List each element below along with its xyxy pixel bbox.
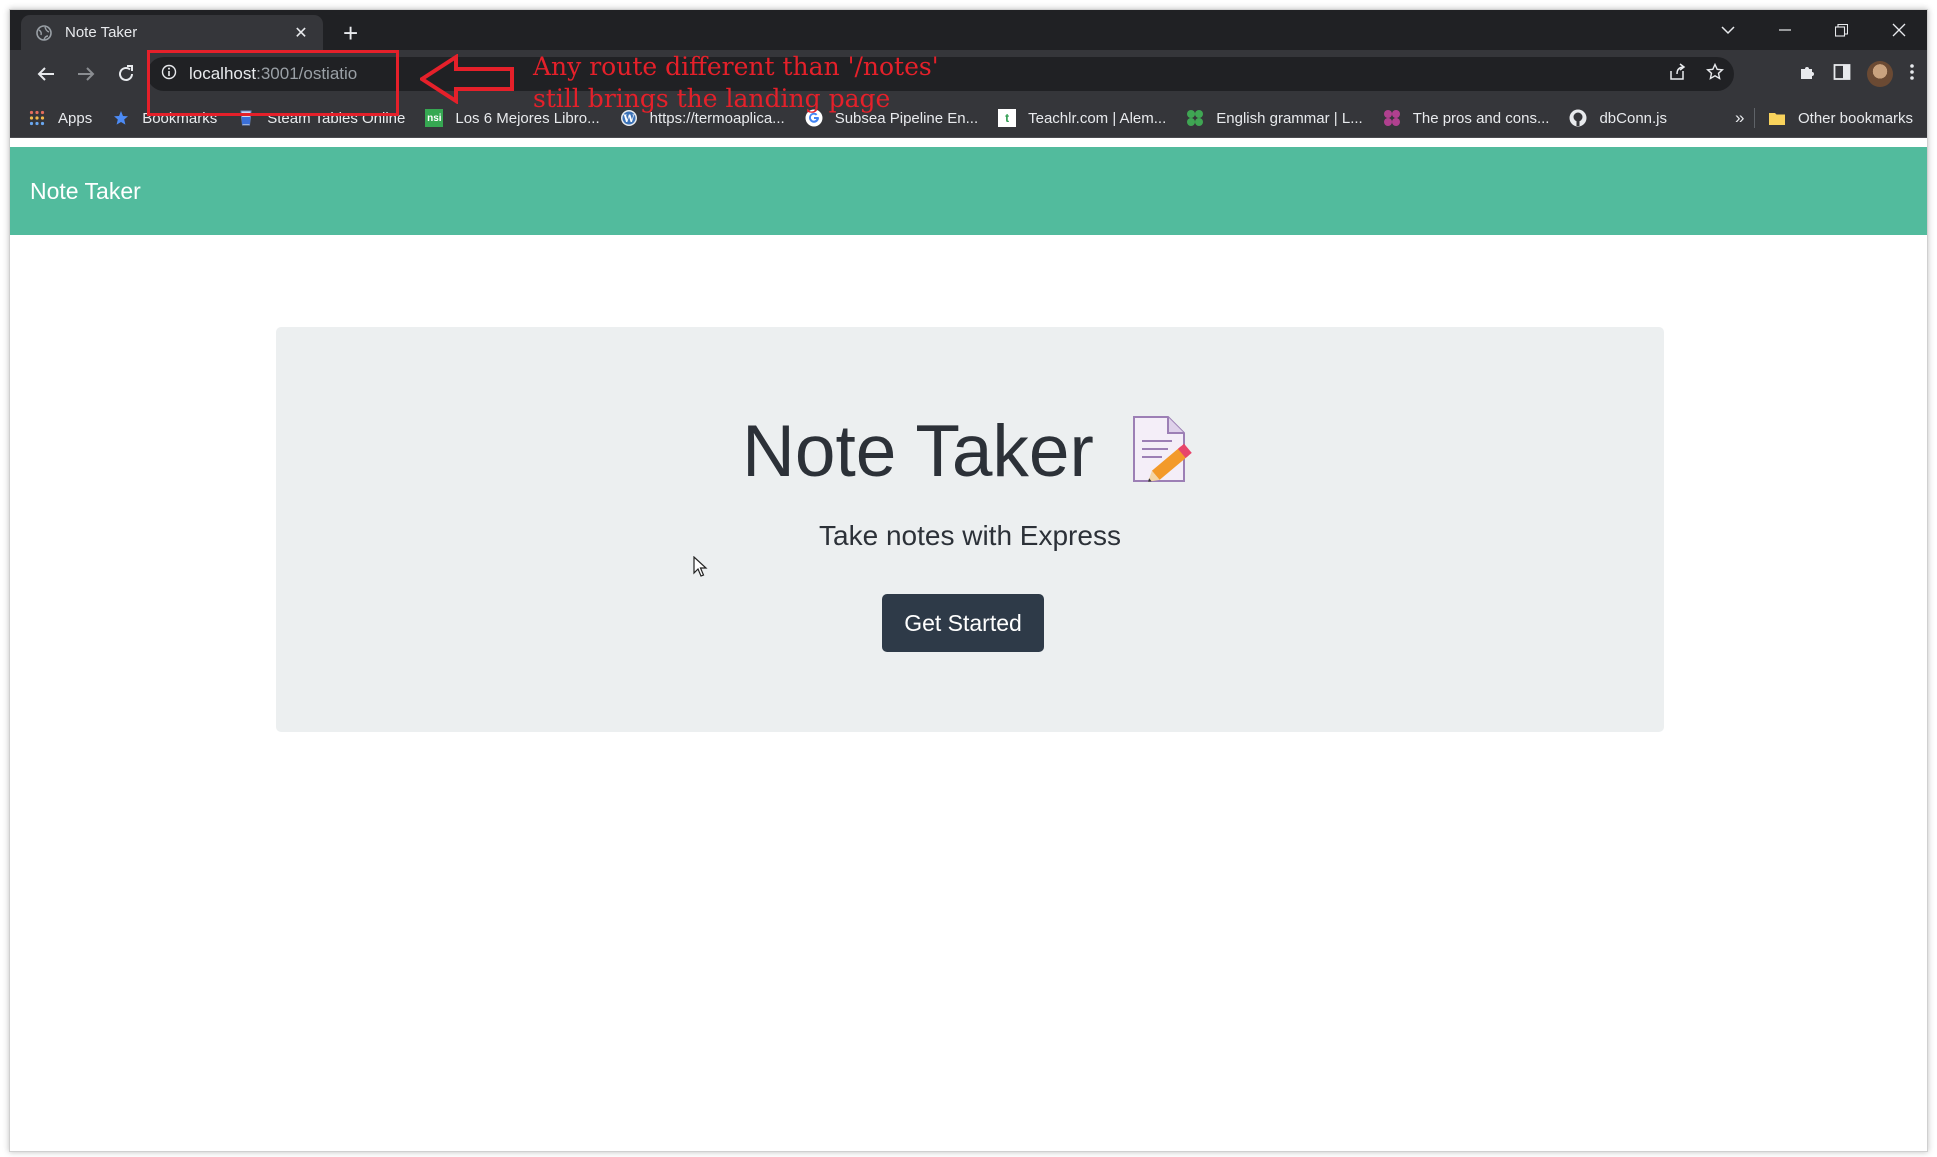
bookmark-label: Teachlr.com | Alem... xyxy=(1028,109,1167,127)
window-controls xyxy=(1699,10,1927,50)
toolbar-actions xyxy=(1799,58,1915,90)
annotation-text: Any route different than '/notes' still … xyxy=(533,51,939,115)
extensions-puzzle-icon[interactable] xyxy=(1799,63,1817,86)
annotation-arrow-icon xyxy=(420,54,514,104)
minimize-icon[interactable] xyxy=(1756,10,1813,50)
share-icon[interactable] xyxy=(1668,62,1686,86)
bookmark-apps[interactable]: Apps xyxy=(28,109,92,127)
more-bookmarks-chevron[interactable]: » xyxy=(1735,98,1744,138)
other-bookmarks[interactable]: Other bookmarks xyxy=(1768,98,1913,138)
nsi-icon: nsi xyxy=(425,109,444,127)
apps-grid-icon xyxy=(28,109,46,127)
side-panel-icon[interactable] xyxy=(1833,63,1851,86)
teachlr-icon: t xyxy=(998,109,1017,127)
annotation-line-2: still brings the landing page xyxy=(533,84,891,113)
bookmark-label: Apps xyxy=(58,109,93,127)
bookmarks-divider xyxy=(1754,108,1755,128)
memo-pencil-icon xyxy=(1128,413,1198,490)
annotation-highlight-box xyxy=(147,50,399,116)
app-navbar: Note Taker xyxy=(10,147,1927,235)
title-bar: Note Taker ✕ + xyxy=(10,10,1927,50)
browser-window: Note Taker ✕ + localhost:3001/ostiatio … xyxy=(9,9,1928,1152)
hero-title-text: Note Taker xyxy=(742,411,1094,492)
bookmark-label: The pros and cons... xyxy=(1412,109,1550,127)
bookmark-label: English grammar | L... xyxy=(1216,109,1363,127)
tab-search-icon[interactable] xyxy=(1699,10,1756,50)
reload-icon[interactable] xyxy=(110,58,142,90)
purple-dots-icon xyxy=(1383,109,1401,127)
close-window-icon[interactable] xyxy=(1870,10,1927,50)
restore-icon[interactable] xyxy=(1813,10,1870,50)
other-bookmarks-label: Other bookmarks xyxy=(1798,109,1914,127)
mouse-cursor-icon xyxy=(693,556,708,577)
profile-avatar[interactable] xyxy=(1867,61,1893,87)
page-content: Note Taker Note Taker Take notes with Ex… xyxy=(10,138,1927,1151)
svg-text:W: W xyxy=(622,114,635,125)
bookmark-dbconn[interactable]: dbConn.js xyxy=(1569,109,1667,127)
bookmark-star-icon[interactable] xyxy=(1705,62,1725,86)
omnibox-actions xyxy=(1668,57,1725,91)
star-icon xyxy=(112,109,130,127)
navbar-brand[interactable]: Note Taker xyxy=(30,178,141,205)
bookmark-label: dbConn.js xyxy=(1599,109,1667,127)
back-arrow-icon[interactable] xyxy=(30,58,62,90)
get-started-button[interactable]: Get Started xyxy=(882,594,1044,652)
hero-subtitle: Take notes with Express xyxy=(819,520,1121,551)
hero-heading: Note Taker xyxy=(276,410,1664,493)
tab-close-icon[interactable]: ✕ xyxy=(291,23,311,43)
browser-tab[interactable]: Note Taker ✕ xyxy=(21,15,323,50)
bookmark-pros-and-cons[interactable]: The pros and cons... xyxy=(1383,109,1550,127)
globe-icon xyxy=(35,24,52,41)
bookmark-english-grammar[interactable]: English grammar | L... xyxy=(1186,109,1363,127)
annotation-line-1: Any route different than '/notes' xyxy=(533,52,939,81)
bookmark-teachlr[interactable]: t Teachlr.com | Alem... xyxy=(998,109,1166,127)
forward-arrow-icon[interactable] xyxy=(70,58,102,90)
tab-title: Note Taker xyxy=(65,24,138,41)
green-dots-icon xyxy=(1186,109,1204,127)
kebab-menu-icon[interactable] xyxy=(1909,63,1915,86)
folder-icon xyxy=(1768,109,1786,127)
github-icon xyxy=(1569,109,1587,127)
hero-jumbotron: Note Taker Take notes with Express Get S… xyxy=(276,327,1664,732)
new-tab-button[interactable]: + xyxy=(343,20,358,46)
